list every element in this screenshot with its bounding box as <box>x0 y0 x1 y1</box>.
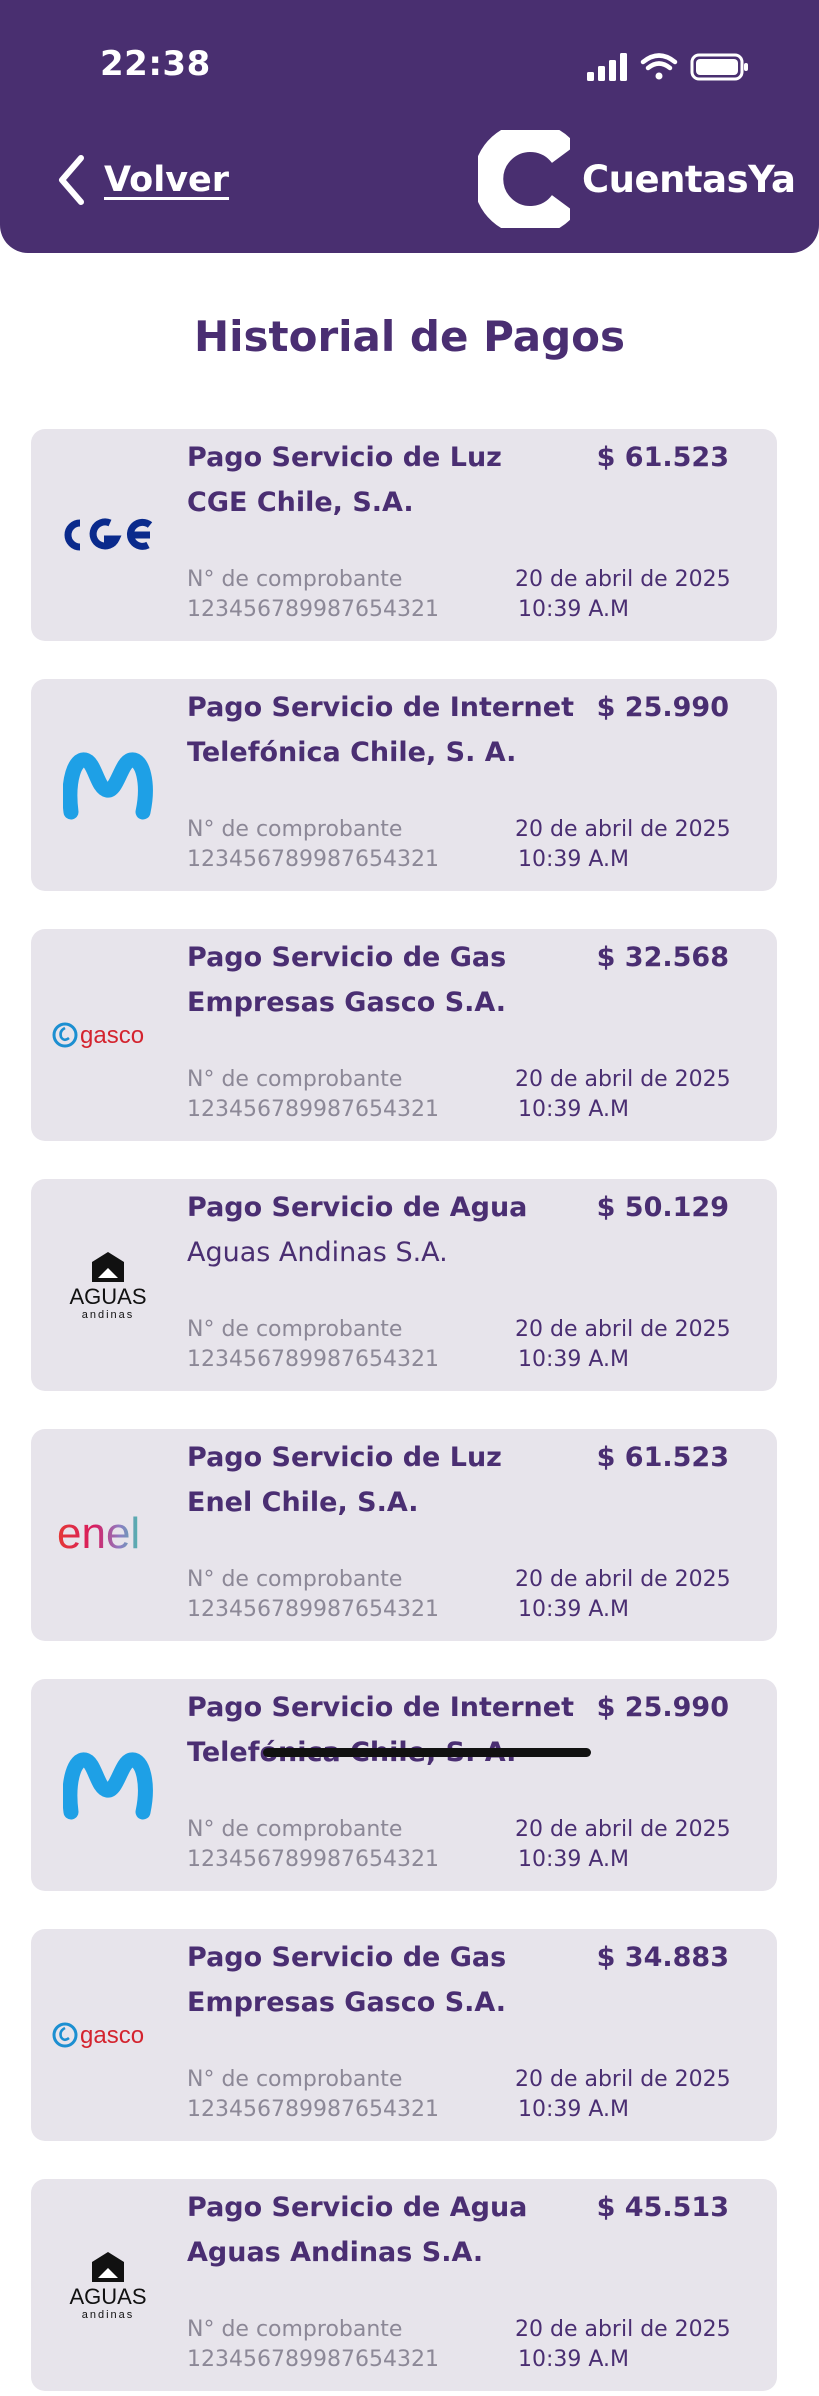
payment-amount: $ 25.990 <box>596 1692 729 1723</box>
provider-name: Enel Chile, S.A. <box>187 1487 419 1518</box>
payment-date: 20 de abril de 2025 <box>515 1317 731 1342</box>
service-name: Pago Servicio de Internet <box>187 692 574 723</box>
service-name: Pago Servicio de Agua <box>187 2192 528 2223</box>
app-header: 22:38 Volver CuentasYa <box>0 0 819 253</box>
payment-time: 10:39 A.M <box>518 1597 630 1622</box>
payment-card[interactable]: enel Pago Servicio de Luz $ 61.523 Enel … <box>31 1429 777 1641</box>
svg-text:AGUAS: AGUAS <box>69 1284 146 1309</box>
payment-amount: $ 61.523 <box>596 442 729 473</box>
enel-logo: enel <box>43 1485 173 1585</box>
payment-date: 20 de abril de 2025 <box>515 817 731 842</box>
payment-amount: $ 61.523 <box>596 1442 729 1473</box>
receipt-number: 123456789987654321 <box>187 1847 439 1872</box>
receipt-label: N° de comprobante <box>187 817 403 842</box>
service-name: Pago Servicio de Luz <box>187 1442 502 1473</box>
service-name: Pago Servicio de Gas <box>187 1942 507 1973</box>
svg-text:andinas: andinas <box>82 2309 135 2321</box>
signal-icon <box>587 53 627 81</box>
strikethrough-mark <box>263 1748 591 1757</box>
receipt-label: N° de comprobante <box>187 2317 403 2342</box>
brand-name: CuentasYa <box>582 157 796 201</box>
payment-time: 10:39 A.M <box>518 2347 630 2372</box>
payment-time: 10:39 A.M <box>518 1847 630 1872</box>
receipt-number: 123456789987654321 <box>187 847 439 872</box>
receipt-label: N° de comprobante <box>187 567 403 592</box>
payment-amount: $ 50.129 <box>596 1192 729 1223</box>
receipt-number: 123456789987654321 <box>187 1097 439 1122</box>
svg-text:gasco: gasco <box>80 2022 144 2049</box>
receipt-number: 123456789987654321 <box>187 1597 439 1622</box>
receipt-label: N° de comprobante <box>187 1817 403 1842</box>
aguas-andinas-logo: AGUAS andinas <box>43 1235 173 1335</box>
provider-name: CGE Chile, S.A. <box>187 487 414 518</box>
back-button[interactable]: Volver <box>56 150 229 210</box>
gasco-logo: gasco <box>43 985 173 1085</box>
payment-time: 10:39 A.M <box>518 1097 630 1122</box>
cuentasya-c-icon <box>478 130 570 228</box>
service-name: Pago Servicio de Luz <box>187 442 502 473</box>
payment-amount: $ 32.568 <box>596 942 729 973</box>
payment-date: 20 de abril de 2025 <box>515 2317 731 2342</box>
back-label: Volver <box>104 160 230 200</box>
payment-card[interactable]: Pago Servicio de Internet $ 25.990 Telef… <box>31 679 777 891</box>
payment-amount: $ 45.513 <box>596 2192 729 2223</box>
svg-text:AGUAS: AGUAS <box>69 2284 146 2309</box>
receipt-label: N° de comprobante <box>187 1067 403 1092</box>
payment-card[interactable]: Pago Servicio de Luz $ 61.523 CGE Chile,… <box>31 429 777 641</box>
provider-name: Empresas Gasco S.A. <box>187 1987 507 2018</box>
cge-logo <box>43 485 173 585</box>
wifi-icon <box>640 53 678 80</box>
payment-date: 20 de abril de 2025 <box>515 1067 731 1092</box>
receipt-number: 123456789987654321 <box>187 2097 439 2122</box>
receipt-number: 123456789987654321 <box>187 2347 439 2372</box>
payment-card[interactable]: AGUAS andinas Pago Servicio de Agua $ 45… <box>31 2179 777 2391</box>
payment-time: 10:39 A.M <box>518 597 630 622</box>
svg-text:gasco: gasco <box>80 1022 144 1049</box>
payment-card[interactable]: gasco Pago Servicio de Gas $ 34.883 Empr… <box>31 1929 777 2141</box>
brand-logo: CuentasYa <box>478 128 796 230</box>
payment-date: 20 de abril de 2025 <box>515 567 731 592</box>
payment-time: 10:39 A.M <box>518 847 630 872</box>
receipt-number: 123456789987654321 <box>187 597 439 622</box>
payment-date: 20 de abril de 2025 <box>515 1817 731 1842</box>
page-title: Historial de Pagos <box>193 312 626 361</box>
payment-card[interactable]: gasco Pago Servicio de Gas $ 32.568 Empr… <box>31 929 777 1141</box>
status-icons <box>587 53 748 81</box>
gasco-logo: gasco <box>43 1985 173 2085</box>
status-time: 22:38 <box>100 44 211 84</box>
svg-text:andinas: andinas <box>82 1309 135 1321</box>
payment-date: 20 de abril de 2025 <box>515 1567 731 1592</box>
provider-name: Empresas Gasco S.A. <box>187 987 507 1018</box>
service-name: Pago Servicio de Agua <box>187 1192 528 1223</box>
service-name: Pago Servicio de Internet <box>187 1692 574 1723</box>
payment-date: 20 de abril de 2025 <box>515 2067 731 2092</box>
provider-name: Telefónica Chile, S. A. <box>187 737 517 768</box>
payment-amount: $ 25.990 <box>596 692 729 723</box>
receipt-number: 123456789987654321 <box>187 1347 439 1372</box>
provider-name: Aguas Andinas S.A. <box>187 2237 484 2268</box>
payment-card[interactable]: Pago Servicio de Internet $ 25.990 Telef… <box>31 1679 777 1891</box>
payment-time: 10:39 A.M <box>518 2097 630 2122</box>
provider-name: Aguas Andinas S.A. <box>187 1237 448 1268</box>
receipt-label: N° de comprobante <box>187 1567 403 1592</box>
movistar-logo <box>43 1735 173 1835</box>
receipt-label: N° de comprobante <box>187 1317 403 1342</box>
payment-card[interactable]: AGUAS andinas Pago Servicio de Agua $ 50… <box>31 1179 777 1391</box>
aguas-andinas-logo: AGUAS andinas <box>43 2235 173 2335</box>
movistar-logo <box>43 735 173 835</box>
payment-time: 10:39 A.M <box>518 1347 630 1372</box>
battery-icon <box>690 53 748 81</box>
svg-text:enel: enel <box>57 1510 140 1558</box>
chevron-left-icon <box>59 155 84 205</box>
payment-amount: $ 34.883 <box>596 1942 729 1973</box>
receipt-label: N° de comprobante <box>187 2067 403 2092</box>
service-name: Pago Servicio de Gas <box>187 942 507 973</box>
